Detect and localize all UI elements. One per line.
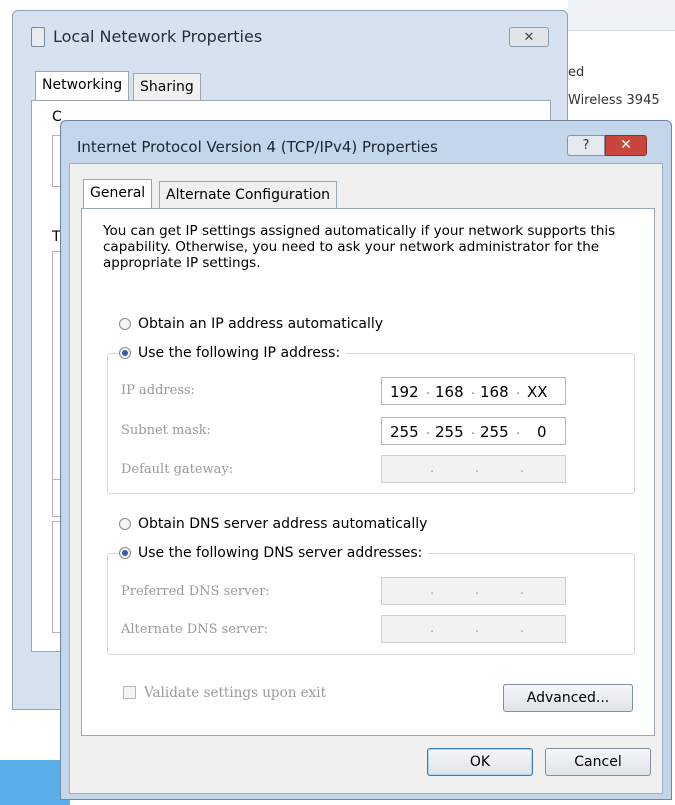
alternate-dns-label: Alternate DNS server: xyxy=(121,622,268,637)
octet-separator: . xyxy=(520,583,525,598)
ip-auto-label: Obtain an IP address automatically xyxy=(138,316,384,332)
radio-selected-icon xyxy=(119,347,131,359)
subnet-mask-field[interactable]: 255 . 255 . 255 . 0 xyxy=(381,417,566,445)
subnet-mask-label: Subnet mask: xyxy=(121,423,212,438)
dns-manual-label: Use the following DNS server addresses: xyxy=(138,545,423,561)
octet-separator: . xyxy=(475,583,480,598)
octet-separator: . xyxy=(516,383,521,398)
radio-icon xyxy=(119,518,131,530)
octet-separator: . xyxy=(426,383,431,398)
octet-separator: . xyxy=(471,383,476,398)
tab-sharing[interactable]: Sharing xyxy=(133,73,201,101)
octet-separator: . xyxy=(520,461,525,476)
octet-separator: . xyxy=(426,423,431,438)
ok-button[interactable]: OK xyxy=(427,748,533,776)
ip-address-field[interactable]: 192 . 168 . 168 . XX xyxy=(381,377,566,405)
close-button[interactable]: ✕ xyxy=(509,27,549,47)
validate-settings-checkbox[interactable]: Validate settings upon exit xyxy=(123,685,326,701)
octet-1: 255 xyxy=(390,423,419,441)
tab-networking[interactable]: Networking xyxy=(35,71,130,101)
close-button[interactable]: ✕ xyxy=(605,135,647,156)
help-button[interactable]: ? xyxy=(567,135,605,156)
octet-3: 168 xyxy=(480,383,509,401)
background-text-status: ed xyxy=(568,65,585,80)
dialog-title: Internet Protocol Version 4 (TCP/IPv4) P… xyxy=(77,138,438,156)
tab-general[interactable]: General xyxy=(83,179,153,209)
background-window-titlebar xyxy=(568,0,675,31)
default-gateway-label: Default gateway: xyxy=(121,462,234,477)
validate-settings-label: Validate settings upon exit xyxy=(144,685,327,701)
octet-separator: . xyxy=(475,461,480,476)
dns-manual-radio[interactable]: Use the following DNS server addresses: xyxy=(119,545,429,561)
octet-separator: . xyxy=(520,621,525,636)
octet-4: XX xyxy=(527,383,548,401)
ip-manual-label: Use the following IP address: xyxy=(138,345,341,361)
description-text: You can get IP settings assigned automat… xyxy=(103,223,616,271)
dns-auto-radio[interactable]: Obtain DNS server address automatically xyxy=(119,516,427,532)
octet-3: 255 xyxy=(480,423,509,441)
octet-separator: . xyxy=(430,621,435,636)
alternate-dns-field[interactable]: . . . xyxy=(381,615,566,643)
network-adapter-icon xyxy=(31,27,45,47)
octet-separator: . xyxy=(430,461,435,476)
ip-manual-radio[interactable]: Use the following IP address: xyxy=(119,345,347,361)
octet-1: 192 xyxy=(390,383,419,401)
octet-separator: . xyxy=(471,423,476,438)
preferred-dns-field[interactable]: . . . xyxy=(381,577,566,605)
ip-auto-radio[interactable]: Obtain an IP address automatically xyxy=(119,316,383,332)
octet-separator: . xyxy=(430,583,435,598)
radio-selected-icon xyxy=(119,547,131,559)
octet-4: 0 xyxy=(537,423,547,441)
octet-separator: . xyxy=(516,423,521,438)
preferred-dns-label: Preferred DNS server: xyxy=(121,584,270,599)
dns-auto-label: Obtain DNS server address automatically xyxy=(138,516,428,532)
default-gateway-field[interactable]: . . . xyxy=(381,455,566,483)
octet-2: 255 xyxy=(435,423,464,441)
octet-2: 168 xyxy=(435,383,464,401)
octet-separator: . xyxy=(475,621,480,636)
ip-address-label: IP address: xyxy=(121,383,196,398)
tab-alternate-configuration[interactable]: Alternate Configuration xyxy=(159,181,338,209)
background-text-adapter: Wireless 3945 xyxy=(568,93,660,108)
cancel-button[interactable]: Cancel xyxy=(545,748,651,776)
advanced-button[interactable]: Advanced... xyxy=(503,684,633,712)
window-title: Local Netework Properties xyxy=(53,27,263,46)
ipv4-properties-dialog: Internet Protocol Version 4 (TCP/IPv4) P… xyxy=(60,120,672,800)
radio-icon xyxy=(119,318,131,330)
checkbox-icon xyxy=(123,686,136,699)
